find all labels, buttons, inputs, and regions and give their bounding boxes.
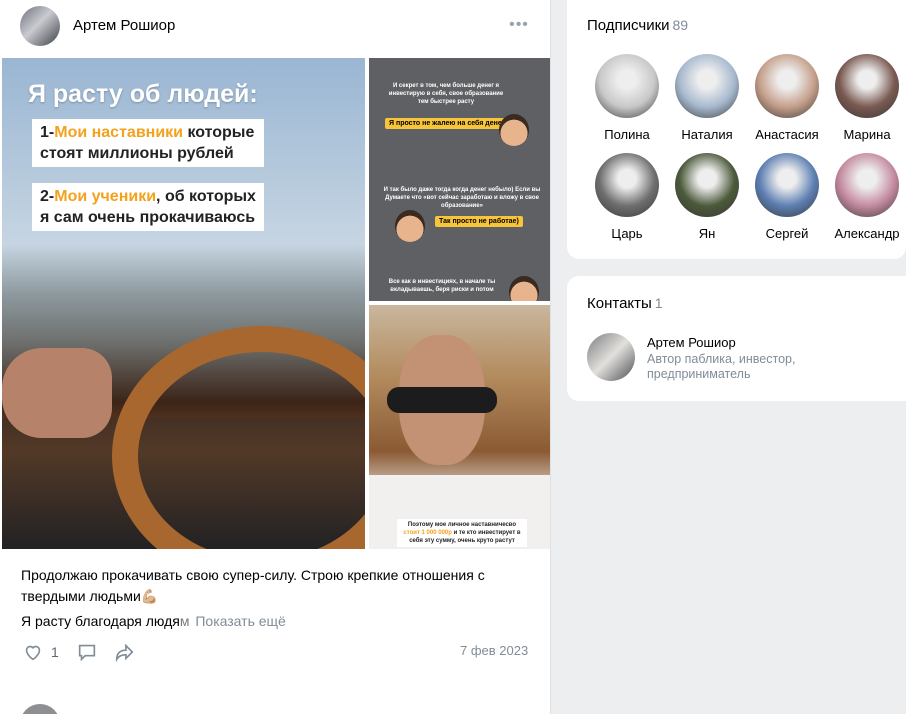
side-text-3: Все как в инвестициях, в начале ты вклад… xyxy=(388,279,496,293)
subscriber-avatar[interactable] xyxy=(675,54,739,118)
emoji-avatar xyxy=(499,114,529,146)
comment-button[interactable] xyxy=(76,640,98,664)
wall-post: Артем Рошиор ••• Я расту об людей: 1-Мои… xyxy=(0,0,551,714)
post-text: Продолжаю прокачивать свою супер-силу. С… xyxy=(21,567,485,604)
subscribers-count: 89 xyxy=(672,17,689,33)
subscribers-card: Подписчики 89 Полина Наталия Анастасия Марин… xyxy=(567,0,906,259)
subscriber-item[interactable]: Александр xyxy=(827,153,906,241)
page: Артем Рошиор ••• Я расту об людей: 1-Мои… xyxy=(0,0,906,714)
next-post-avatar[interactable] xyxy=(20,704,60,714)
sunglasses-shape xyxy=(387,387,497,413)
subscribers-title-text: Подписчики xyxy=(587,17,670,34)
show-more-link[interactable]: Показать ещё xyxy=(195,613,286,629)
author-avatar[interactable] xyxy=(20,6,60,46)
contacts-title[interactable]: Контакты 1 xyxy=(587,295,663,312)
subscriber-item[interactable]: Полина xyxy=(587,54,667,142)
emoji-avatar xyxy=(509,276,539,301)
hand-shape xyxy=(2,348,112,438)
point-1-prefix: 1- xyxy=(40,124,55,141)
more-options-icon[interactable]: ••• xyxy=(508,14,530,36)
like-button[interactable]: 1 xyxy=(22,640,59,664)
contact-name[interactable]: Артем Рошиор xyxy=(647,335,736,350)
subscriber-name[interactable]: Царь xyxy=(587,226,667,241)
subscriber-avatar[interactable] xyxy=(595,54,659,118)
side-bottom-caption: Поэтому мое личное наставничесво стоит 1… xyxy=(397,519,527,547)
side-text-1: И секрет в том, чем больше денег я инвес… xyxy=(388,83,504,105)
caption-part-1: Поэтому мое личное наставничесво xyxy=(407,522,517,528)
contacts-title-text: Контакты xyxy=(587,295,652,312)
main-photo[interactable]: Я расту об людей: 1-Мои наставники котор… xyxy=(2,58,365,549)
subscriber-item[interactable]: Наталия xyxy=(667,54,747,142)
subscriber-name[interactable]: Ян xyxy=(667,226,747,241)
post-media-grid: Я расту об людей: 1-Мои наставники котор… xyxy=(2,58,550,549)
subscriber-name[interactable]: Полина xyxy=(587,127,667,142)
subscriber-avatar[interactable] xyxy=(755,153,819,217)
post-text-truncated: Я расту благодаря людям Показать ещё xyxy=(21,612,286,630)
post-text-fade: м xyxy=(179,613,190,629)
contact-avatar[interactable] xyxy=(587,333,635,381)
subscriber-name[interactable]: Сергей xyxy=(747,226,827,241)
point-2-prefix: 2- xyxy=(40,188,55,205)
side-pill-2: Так просто не работае) xyxy=(435,216,523,227)
subscriber-name[interactable]: Марина xyxy=(827,127,906,142)
subscribers-title[interactable]: Подписчики 89 xyxy=(587,17,688,34)
photo-point-2: 2-Мои ученики, об которых я сам очень пр… xyxy=(32,183,264,231)
steering-wheel-shape xyxy=(112,326,365,549)
like-count: 1 xyxy=(51,644,59,660)
caption-highlight: стоит 1 000 000р xyxy=(403,530,452,536)
subscriber-name[interactable]: Александр xyxy=(827,226,906,241)
emoji-avatar xyxy=(395,210,425,242)
subscriber-item[interactable]: Ян xyxy=(667,153,747,241)
photo-point-1: 1-Мои наставники которые стоят миллионы … xyxy=(32,119,264,167)
side-text-2: И так было даже тогда когда денег небыло… xyxy=(383,187,541,209)
contact-role: Автор паблика, инвестор, предприниматель xyxy=(647,352,796,381)
share-icon xyxy=(115,643,134,663)
subscriber-name[interactable]: Наталия xyxy=(667,127,747,142)
heart-icon xyxy=(25,645,41,661)
comment-icon xyxy=(78,644,96,662)
author-name[interactable]: Артем Рошиор xyxy=(73,17,175,34)
post-text-line-2: Я расту благодаря людя xyxy=(21,613,180,629)
subscriber-avatar[interactable] xyxy=(835,54,899,118)
subscriber-item[interactable]: Сергей xyxy=(747,153,827,241)
point-2-highlight: Мои ученики xyxy=(54,188,157,205)
post-header: Артем Рошиор ••• xyxy=(0,0,551,56)
contacts-count: 1 xyxy=(654,295,663,311)
photo-headline: Я расту об людей: xyxy=(28,80,258,108)
subscriber-avatar[interactable] xyxy=(675,153,739,217)
subscriber-avatar[interactable] xyxy=(755,54,819,118)
side-photo-top[interactable]: И секрет в том, чем больше денег я инвес… xyxy=(369,58,550,301)
side-photo-bottom[interactable]: Поэтому мое личное наставничесво стоит 1… xyxy=(369,305,550,549)
subscriber-item[interactable]: Марина xyxy=(827,54,906,142)
side-pill-1: Я просто не жалею на себя денег) xyxy=(385,118,512,129)
subscriber-item[interactable]: Царь xyxy=(587,153,667,241)
subscriber-name[interactable]: Анастасия xyxy=(747,127,827,142)
post-date[interactable]: 7 фев 2023 xyxy=(460,643,528,658)
subscriber-avatar[interactable] xyxy=(595,153,659,217)
point-1-highlight: Мои наставники xyxy=(54,124,183,141)
share-button[interactable] xyxy=(114,640,136,664)
subscriber-item[interactable]: Анастасия xyxy=(747,54,827,142)
contacts-card: Контакты 1 Артем Рошиор Автор паблика, ин… xyxy=(567,276,906,401)
subscriber-avatar[interactable] xyxy=(835,153,899,217)
